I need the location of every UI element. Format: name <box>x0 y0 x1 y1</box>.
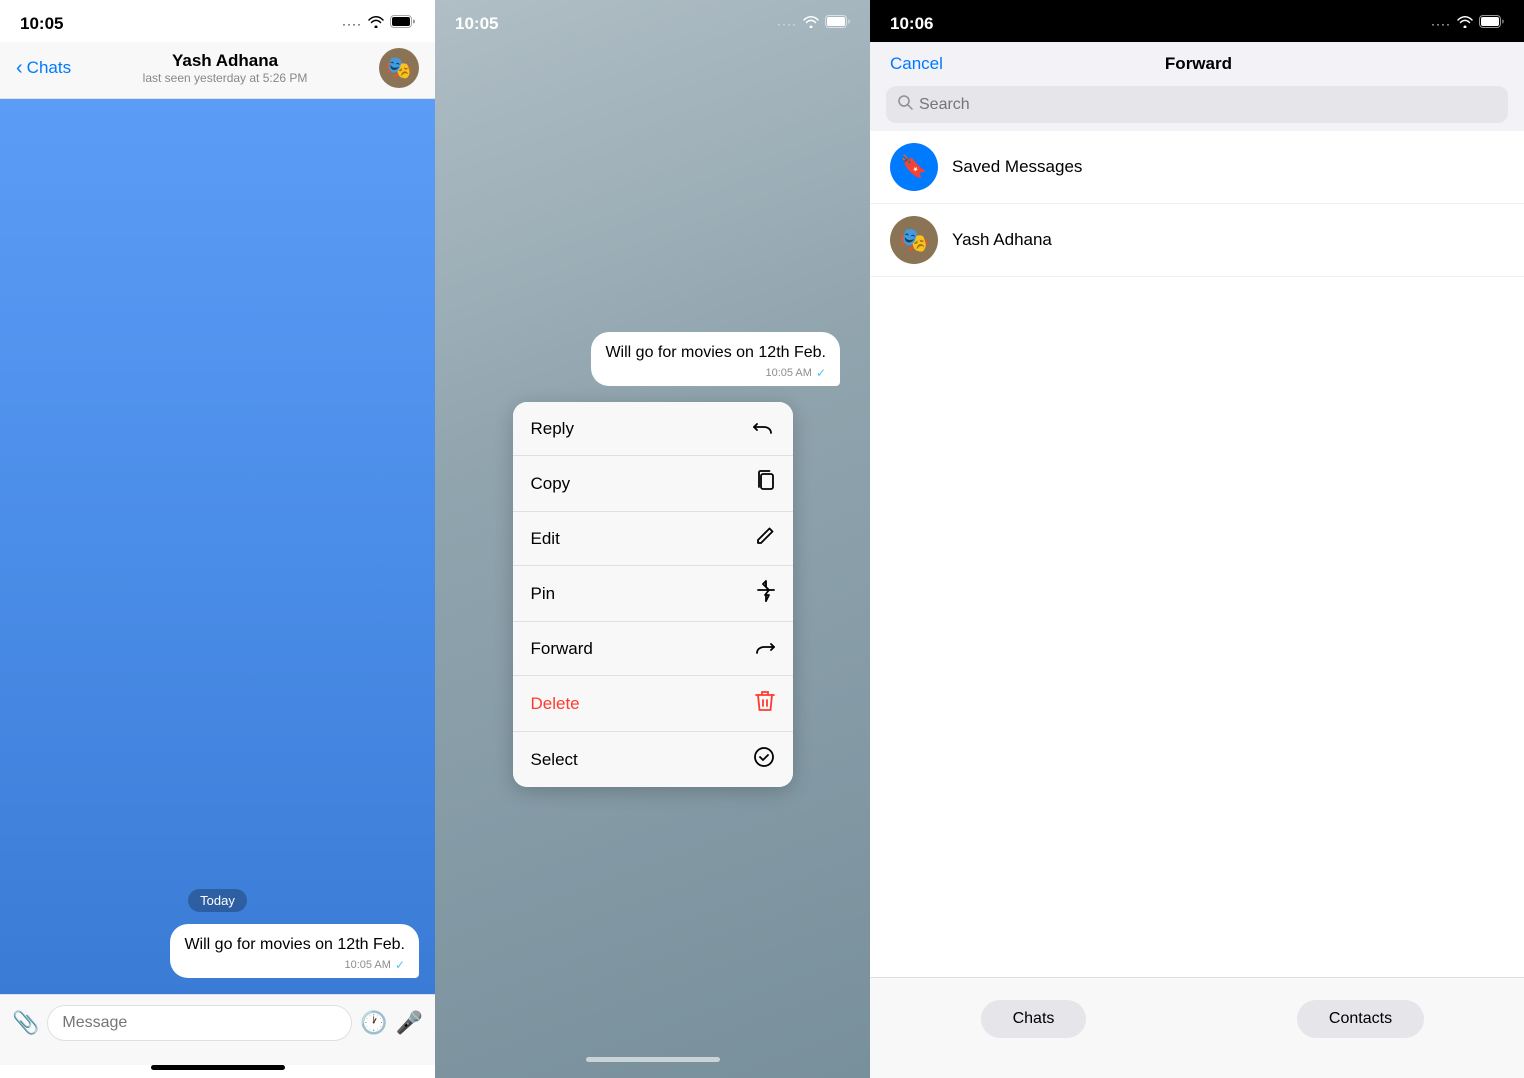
select-label: Select <box>531 750 578 770</box>
signal-icon-p2: ···· <box>777 17 797 31</box>
list-item-saved-messages[interactable]: 🔖 Saved Messages <box>870 131 1524 204</box>
tab-contacts[interactable]: Contacts <box>1197 990 1524 1048</box>
input-bar: 📎 🕐 🎤 <box>0 994 435 1065</box>
pin-icon <box>757 580 775 607</box>
message-bubble[interactable]: Will go for movies on 12th Feb. 10:05 AM… <box>170 924 419 978</box>
panel-forward-screen: 10:06 ···· Cancel Forward <box>870 0 1524 1078</box>
context-menu-edit[interactable]: Edit <box>513 512 793 566</box>
search-icon <box>898 95 913 114</box>
p2-read-check-icon: ✓ <box>816 366 826 380</box>
reply-label: Reply <box>531 419 574 439</box>
home-indicator-p1 <box>151 1065 285 1070</box>
edit-icon <box>755 526 775 551</box>
home-indicator-p2 <box>586 1057 720 1062</box>
forward-list: 🔖 Saved Messages 🎭 Yash Adhana <box>870 131 1524 977</box>
p2-message-bubble[interactable]: Will go for movies on 12th Feb. 10:05 AM… <box>591 332 840 386</box>
context-menu-reply[interactable]: Reply <box>513 402 793 456</box>
wifi-icon-p3 <box>1457 15 1473 33</box>
signal-icon-p3: ···· <box>1431 17 1451 31</box>
contact-status: last seen yesterday at 5:26 PM <box>143 71 308 85</box>
battery-icon-p2 <box>825 15 850 33</box>
pin-label: Pin <box>531 584 556 604</box>
copy-icon <box>755 470 775 497</box>
message-meta: 10:05 AM ✓ <box>184 958 405 972</box>
date-separator: Today <box>16 889 419 912</box>
battery-icon-p1 <box>390 15 415 33</box>
nav-bar-p1: ‹ Chats Yash Adhana last seen yesterday … <box>0 42 435 99</box>
context-menu-pin[interactable]: Pin <box>513 566 793 622</box>
copy-label: Copy <box>531 474 571 494</box>
forward-title: Forward <box>1165 54 1232 74</box>
tab-chats[interactable]: Chats <box>870 990 1197 1048</box>
bookmark-icon: 🔖 <box>900 154 927 180</box>
chat-background: Today Will go for movies on 12th Feb. 10… <box>0 99 435 994</box>
reply-icon <box>753 416 775 441</box>
wifi-icon-p1 <box>368 15 384 33</box>
back-chevron-icon: ‹ <box>16 57 23 80</box>
status-bar-p3: 10:06 ···· <box>870 0 1524 42</box>
message-input[interactable] <box>47 1005 352 1041</box>
context-menu-select[interactable]: Select <box>513 732 793 787</box>
panel-chat-screen: 10:05 ···· ‹ Chats <box>0 0 435 1078</box>
p2-bottom <box>435 1057 870 1078</box>
context-menu-delete[interactable]: Delete <box>513 676 793 732</box>
delete-label: Delete <box>531 694 580 714</box>
context-menu: Reply Copy <box>513 402 793 787</box>
signal-icon-p1: ···· <box>342 17 362 31</box>
forward-icon <box>753 636 775 661</box>
status-bar-p1: 10:05 ···· <box>0 0 435 42</box>
select-icon <box>753 746 775 773</box>
status-time-p3: 10:06 <box>890 14 933 34</box>
status-icons-p3: ···· <box>1431 15 1504 33</box>
p2-chat-area: Will go for movies on 12th Feb. 10:05 AM… <box>435 42 870 1057</box>
status-bar-p2: 10:05 ···· <box>435 0 870 42</box>
contact-name: Yash Adhana <box>172 51 278 71</box>
status-time-p1: 10:05 <box>20 14 63 34</box>
list-item-yash-adhana[interactable]: 🎭 Yash Adhana <box>870 204 1524 277</box>
context-menu-forward[interactable]: Forward <box>513 622 793 676</box>
saved-messages-name: Saved Messages <box>952 157 1082 177</box>
contacts-tab-label: Contacts <box>1297 1000 1424 1038</box>
message-text: Will go for movies on 12th Feb. <box>184 934 405 956</box>
read-check-icon: ✓ <box>395 958 405 972</box>
cancel-button[interactable]: Cancel <box>890 54 943 74</box>
p2-message-meta: 10:05 AM ✓ <box>605 366 826 380</box>
p2-message-text: Will go for movies on 12th Feb. <box>605 342 826 364</box>
mic-icon[interactable]: 🎤 <box>396 1010 423 1036</box>
yash-avatar-forward: 🎭 <box>890 216 938 264</box>
yash-adhana-name: Yash Adhana <box>952 230 1052 250</box>
chats-tab-label: Chats <box>981 1000 1087 1038</box>
nav-center: Yash Adhana last seen yesterday at 5:26 … <box>143 51 308 85</box>
p3-nav: Cancel Forward <box>870 42 1524 86</box>
battery-icon-p3 <box>1479 15 1504 33</box>
back-button[interactable]: ‹ Chats <box>16 57 71 80</box>
tab-bar: Chats Contacts <box>870 977 1524 1078</box>
context-menu-copy[interactable]: Copy <box>513 456 793 512</box>
status-time-p2: 10:05 <box>455 14 498 34</box>
forward-label: Forward <box>531 639 593 659</box>
wifi-icon-p2 <box>803 15 819 33</box>
status-icons-p1: ···· <box>342 15 415 33</box>
clock-icon[interactable]: 🕐 <box>360 1010 387 1036</box>
saved-messages-avatar: 🔖 <box>890 143 938 191</box>
panel-context-menu: 10:05 ···· Will go <box>435 0 870 1078</box>
search-bar <box>886 86 1508 123</box>
message-timestamp: 10:05 AM <box>344 959 390 971</box>
status-icons-p2: ···· <box>777 15 850 33</box>
contact-avatar[interactable]: 🎭 <box>379 48 419 88</box>
search-input[interactable] <box>919 96 1496 114</box>
back-label[interactable]: Chats <box>27 58 71 78</box>
attachment-icon[interactable]: 📎 <box>12 1010 39 1036</box>
delete-icon <box>755 690 775 717</box>
edit-label: Edit <box>531 529 560 549</box>
p2-message-timestamp: 10:05 AM <box>765 367 811 379</box>
date-pill-label: Today <box>188 889 247 912</box>
